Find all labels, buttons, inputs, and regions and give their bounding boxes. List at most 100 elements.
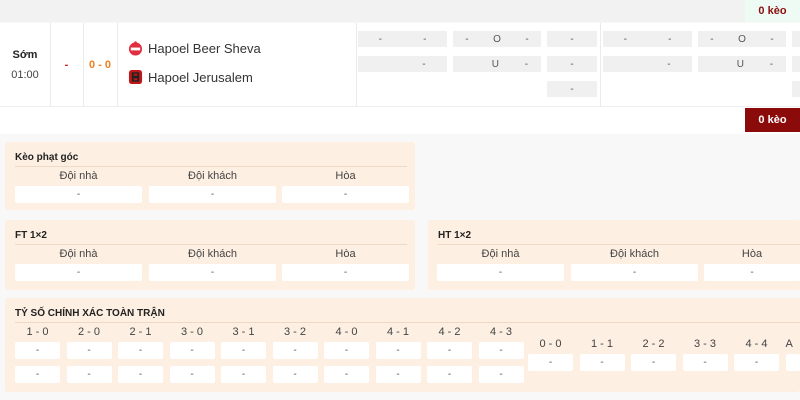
odds-value: O	[493, 33, 501, 45]
odds-value: -	[525, 33, 529, 45]
odds-value: -	[770, 33, 774, 45]
odds-box[interactable]: -	[571, 264, 698, 281]
odds-box[interactable]	[785, 354, 800, 371]
score-label: 2 - 2	[642, 338, 665, 350]
odds-box[interactable]: -	[631, 354, 676, 371]
odds-box[interactable]: -	[66, 342, 112, 359]
odds-value: -	[668, 33, 672, 45]
keo-button[interactable]: 0 kèo	[745, 108, 800, 132]
option-label: Đội khách	[188, 170, 237, 182]
score-label: 1 - 0	[26, 326, 49, 338]
option-label: Hòa	[741, 248, 763, 260]
odds-box[interactable]: -	[324, 366, 369, 383]
corner-title: Kèo phạt góc	[15, 152, 79, 163]
ht-panel: HT 1×2 Đội nhà - Đội khách - Hòa -	[428, 220, 800, 290]
score-label: 4 - 1	[386, 326, 409, 338]
score-label: 3 - 3	[693, 338, 716, 350]
odds-box[interactable]: -	[272, 342, 318, 359]
odds-cell[interactable]: -	[547, 81, 597, 97]
odds-box[interactable]: -	[375, 366, 421, 383]
odds-box[interactable]: -	[15, 264, 142, 281]
odds-value: U	[736, 58, 744, 70]
odds-cell[interactable]: -O-	[698, 31, 786, 47]
odds-cell[interactable]	[792, 31, 800, 47]
odds-box[interactable]: -	[149, 264, 276, 281]
exact-title: TỶ SỐ CHÍNH XÁC TOÀN TRẬN	[15, 308, 165, 319]
odds-box[interactable]: -	[15, 366, 60, 383]
option-label: Hòa	[335, 248, 356, 260]
option-label: Đội nhà	[481, 248, 520, 260]
odds-value: -	[524, 58, 529, 70]
away-team-logo-icon	[128, 69, 143, 85]
odds-box[interactable]: -	[375, 342, 421, 359]
odds-box[interactable]: -	[734, 354, 779, 371]
odds-cell[interactable]: -	[603, 56, 692, 72]
odds-cell[interactable]: -	[547, 31, 597, 47]
option-label: Đội khách	[188, 248, 237, 260]
odds-box[interactable]: -	[427, 366, 472, 383]
score-label: 2 - 1	[129, 326, 152, 338]
odds-box[interactable]: -	[437, 264, 564, 281]
option-label: Hòa	[335, 170, 356, 182]
odds-box[interactable]: -	[478, 342, 524, 359]
odds-cell[interactable]: -	[547, 56, 597, 72]
option-label: Đội khách	[610, 248, 659, 260]
odds-cell[interactable]	[792, 56, 800, 72]
score-label: 4 - 0	[335, 326, 358, 338]
odds-box[interactable]: -	[528, 354, 573, 371]
odds-box[interactable]: -	[118, 366, 163, 383]
odds-box[interactable]: -	[478, 366, 524, 383]
odds-value: -	[570, 83, 574, 95]
odds-box[interactable]: -	[66, 366, 112, 383]
odds-box[interactable]: -	[169, 366, 215, 383]
odds-box[interactable]: -	[169, 342, 215, 359]
odds-box[interactable]: -	[272, 366, 318, 383]
ht-title: HT 1×2	[438, 230, 472, 241]
odds-value: -	[422, 58, 426, 70]
match-row: Sớm 01:00 - 0 - 0 Hapoel Beer Sheva Hapo…	[0, 23, 800, 107]
odds-cell[interactable]: -	[358, 56, 447, 72]
away-team[interactable]: Hapoel Jerusalem	[128, 69, 253, 85]
odds-cell[interactable]	[792, 81, 800, 97]
odds-value: O	[738, 33, 746, 45]
top-bar	[0, 0, 800, 22]
odds-value: -	[423, 33, 427, 45]
red-mark: -	[64, 59, 69, 71]
odds-box[interactable]: -	[15, 342, 60, 359]
odds-value: -	[378, 33, 382, 45]
match-time: 01:00	[11, 69, 39, 81]
corner-panel: Kèo phạt góc Đội nhà - Đội khách - Hòa -	[5, 142, 415, 210]
odds-value: -	[465, 33, 469, 45]
home-team[interactable]: Hapoel Beer Sheva	[128, 41, 261, 56]
odds-box[interactable]: -	[704, 264, 800, 281]
odds-box[interactable]: -	[149, 186, 276, 203]
odds-box[interactable]: -	[282, 186, 409, 203]
score-label: 1 - 1	[590, 338, 613, 350]
odds-box[interactable]: -	[221, 342, 266, 359]
match-footer: 0 kèo	[0, 107, 800, 134]
odds-box[interactable]: -	[221, 366, 266, 383]
odds-value: -	[769, 58, 774, 70]
odds-value: -	[667, 58, 671, 70]
odds-cell[interactable]: --	[603, 31, 692, 47]
score-label: 3 - 0	[180, 326, 203, 338]
score-label: 3 - 2	[283, 326, 306, 338]
keo-count-top[interactable]: 0 kèo	[745, 0, 800, 22]
odds-box[interactable]: -	[579, 354, 625, 371]
odds-cell[interactable]: --	[358, 31, 447, 47]
odds-box[interactable]: -	[282, 264, 409, 281]
odds-box[interactable]: -	[682, 354, 728, 371]
odds-box[interactable]: -	[324, 342, 369, 359]
odds-box[interactable]: -	[15, 186, 142, 203]
odds-value: -	[623, 33, 627, 45]
odds-box[interactable]: -	[118, 342, 163, 359]
ft-panel: FT 1×2 Đội nhà - Đội khách - Hòa -	[5, 220, 415, 290]
odds-value: -	[710, 33, 714, 45]
score-label: 4 - 3	[489, 326, 512, 338]
score-label: 0 - 0	[539, 338, 562, 350]
odds-cell[interactable]: -O-	[453, 31, 541, 47]
odds-box[interactable]: -	[427, 342, 472, 359]
odds-cell[interactable]: U-	[453, 56, 541, 72]
odds-cell[interactable]: U-	[698, 56, 786, 72]
ft-title: FT 1×2	[15, 230, 47, 241]
